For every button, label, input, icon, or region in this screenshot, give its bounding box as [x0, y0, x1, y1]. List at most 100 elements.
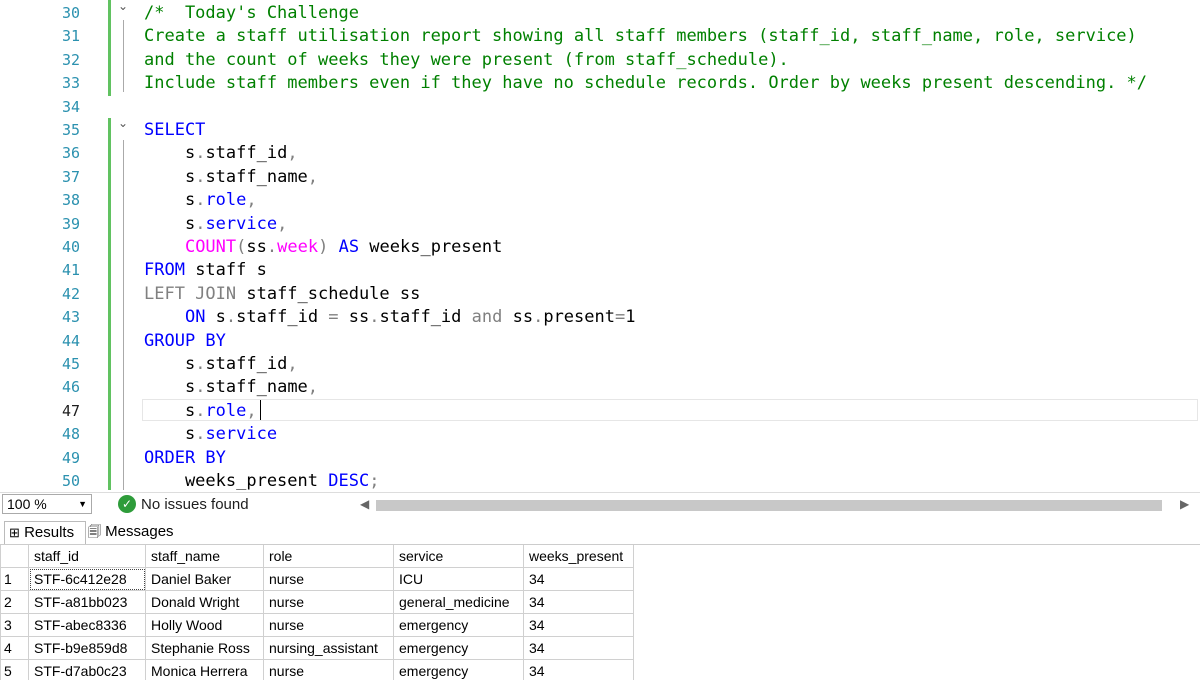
- code-line[interactable]: 48 s.service: [0, 422, 1200, 446]
- code-line[interactable]: 37 s.staff_name,: [0, 165, 1200, 189]
- column-header-role[interactable]: role: [263, 545, 394, 568]
- line-number: 47: [61, 401, 80, 420]
- table-cell[interactable]: nursing_assistant: [263, 636, 394, 660]
- fold-guide: [123, 140, 124, 490]
- table-cell[interactable]: nurse: [263, 567, 394, 591]
- table-cell[interactable]: ICU: [393, 567, 524, 591]
- table-cell[interactable]: 34: [523, 613, 634, 637]
- code-line[interactable]: 39 s.service,: [0, 212, 1200, 236]
- code-line[interactable]: 34: [0, 95, 1200, 119]
- column-header-staff-id[interactable]: staff_id: [28, 545, 146, 568]
- scrollbar-thumb[interactable]: [376, 500, 1162, 511]
- code-text: FROM staff s: [144, 258, 267, 282]
- row-number[interactable]: 4: [0, 636, 29, 660]
- line-number: 44: [61, 331, 80, 350]
- column-header-service[interactable]: service: [393, 545, 524, 568]
- table-cell[interactable]: 34: [523, 659, 634, 680]
- code-line[interactable]: 50 weeks_present DESC;: [0, 469, 1200, 490]
- code-text: LEFT JOIN staff_schedule ss: [144, 282, 420, 306]
- line-number: 46: [61, 378, 80, 397]
- table-cell[interactable]: STF-abec8336: [28, 613, 146, 637]
- scroll-right-icon[interactable]: ▶: [1180, 497, 1189, 511]
- table-cell[interactable]: STF-b9e859d8: [28, 636, 146, 660]
- tab-messages[interactable]: 🗐 Messages: [88, 521, 184, 543]
- code-token: .: [195, 190, 206, 211]
- code-token: staff_name: [205, 377, 308, 398]
- code-line[interactable]: 47 s.role,: [0, 399, 1200, 423]
- line-number: 37: [61, 167, 80, 186]
- code-token: .: [195, 354, 206, 374]
- code-token: staff_name: [205, 166, 308, 187]
- code-token: .: [195, 143, 206, 164]
- table-cell[interactable]: 34: [523, 590, 634, 614]
- code-text: s.staff_id,: [144, 141, 298, 165]
- row-number[interactable]: 2: [0, 590, 29, 614]
- results-grid[interactable]: staff_id staff_name role service weeks_p…: [0, 545, 1200, 680]
- code-token: s: [144, 377, 196, 398]
- table-cell[interactable]: emergency: [393, 636, 524, 660]
- column-header-staff-name[interactable]: staff_name: [145, 545, 264, 568]
- code-line[interactable]: 46 s.staff_name,: [0, 375, 1200, 399]
- table-cell[interactable]: Stephanie Ross: [145, 636, 264, 660]
- code-line[interactable]: 30 /* Today's Challenge: [0, 1, 1200, 25]
- table-cell[interactable]: nurse: [263, 659, 394, 680]
- fold-guide: [123, 20, 124, 92]
- code-line[interactable]: 45 s.staff_id,: [0, 352, 1200, 376]
- code-line[interactable]: 44 GROUP BY: [0, 329, 1200, 353]
- table-cell[interactable]: emergency: [393, 613, 524, 637]
- code-line[interactable]: 41 FROM staff s: [0, 258, 1200, 282]
- table-row[interactable]: 5 STF-d7ab0c23 Monica Herrera nurse emergenc…: [0, 659, 634, 680]
- code-text: s.role,: [144, 399, 257, 423]
- results-tab-bar: ⊞ Results 🗐 Messages: [0, 518, 1200, 545]
- table-cell[interactable]: Donald Wright: [145, 590, 264, 614]
- code-token: role: [205, 190, 247, 211]
- table-row[interactable]: 3 STF-abec8336 Holly Wood nurse emergency 34: [0, 613, 634, 637]
- table-cell[interactable]: emergency: [393, 659, 524, 680]
- zoom-dropdown[interactable]: 100 % ▼: [2, 494, 92, 514]
- sql-editor[interactable]: 30 /* Today's Challenge 31 Create a staff u…: [0, 0, 1200, 490]
- table-cell[interactable]: Holly Wood: [145, 613, 264, 637]
- row-number[interactable]: 1: [0, 567, 29, 591]
- code-line[interactable]: 40 COUNT(ss.week) AS weeks_present: [0, 235, 1200, 259]
- code-token: ,: [277, 213, 288, 234]
- text-caret: [260, 399, 261, 420]
- table-row[interactable]: 2 STF-a81bb023 Donald Wright nurse general_m…: [0, 590, 634, 614]
- line-number: 32: [61, 50, 80, 69]
- code-line[interactable]: 38 s.role,: [0, 188, 1200, 212]
- table-cell[interactable]: Daniel Baker: [145, 567, 264, 591]
- table-cell[interactable]: nurse: [263, 590, 394, 614]
- code-token: .: [369, 307, 380, 328]
- tab-results[interactable]: ⊞ Results: [4, 521, 86, 544]
- table-cell[interactable]: STF-d7ab0c23: [28, 659, 146, 680]
- code-line[interactable]: 33 Include staff members even if they hav…: [0, 71, 1200, 95]
- fold-arrow-icon[interactable]: ⌄: [118, 0, 128, 13]
- table-row[interactable]: 1 STF-6c412e28 Daniel Baker nurse ICU 34: [0, 567, 634, 591]
- table-cell[interactable]: 34: [523, 636, 634, 660]
- table-cell[interactable]: STF-6c412e28: [28, 567, 146, 591]
- table-cell[interactable]: Monica Herrera: [145, 659, 264, 680]
- table-cell[interactable]: STF-a81bb023: [28, 590, 146, 614]
- code-token: AS: [338, 237, 360, 257]
- code-line[interactable]: 43 ON s.staff_id = ss.staff_id and ss.pr…: [0, 305, 1200, 329]
- code-line[interactable]: 35 SELECT: [0, 118, 1200, 142]
- column-header-weeks-present[interactable]: weeks_present: [523, 545, 634, 568]
- code-line[interactable]: 31 Create a staff utilisation report show…: [0, 24, 1200, 48]
- code-line[interactable]: 42 LEFT JOIN staff_schedule ss: [0, 282, 1200, 306]
- table-cell[interactable]: nurse: [263, 613, 394, 637]
- code-text: ORDER BY: [144, 446, 226, 470]
- row-number[interactable]: 5: [0, 659, 29, 680]
- code-line[interactable]: 36 s.staff_id,: [0, 141, 1200, 165]
- row-header-corner[interactable]: [0, 545, 29, 568]
- code-line[interactable]: 32 and the count of weeks they were prese…: [0, 48, 1200, 72]
- table-cell[interactable]: 34: [523, 567, 634, 591]
- fold-arrow-icon[interactable]: ⌄: [118, 116, 128, 130]
- scroll-left-icon[interactable]: ◀: [360, 497, 369, 511]
- table-cell[interactable]: general_medicine: [393, 590, 524, 614]
- table-row[interactable]: 4 STF-b9e859d8 Stephanie Ross nursing_assis…: [0, 636, 634, 660]
- row-number[interactable]: 3: [0, 613, 29, 637]
- code-token: SELECT: [144, 120, 206, 140]
- horizontal-scrollbar[interactable]: ◀ ▶: [358, 497, 1198, 513]
- code-token: s: [144, 354, 196, 374]
- code-line[interactable]: 49 ORDER BY: [0, 446, 1200, 470]
- code-token: s: [144, 190, 196, 211]
